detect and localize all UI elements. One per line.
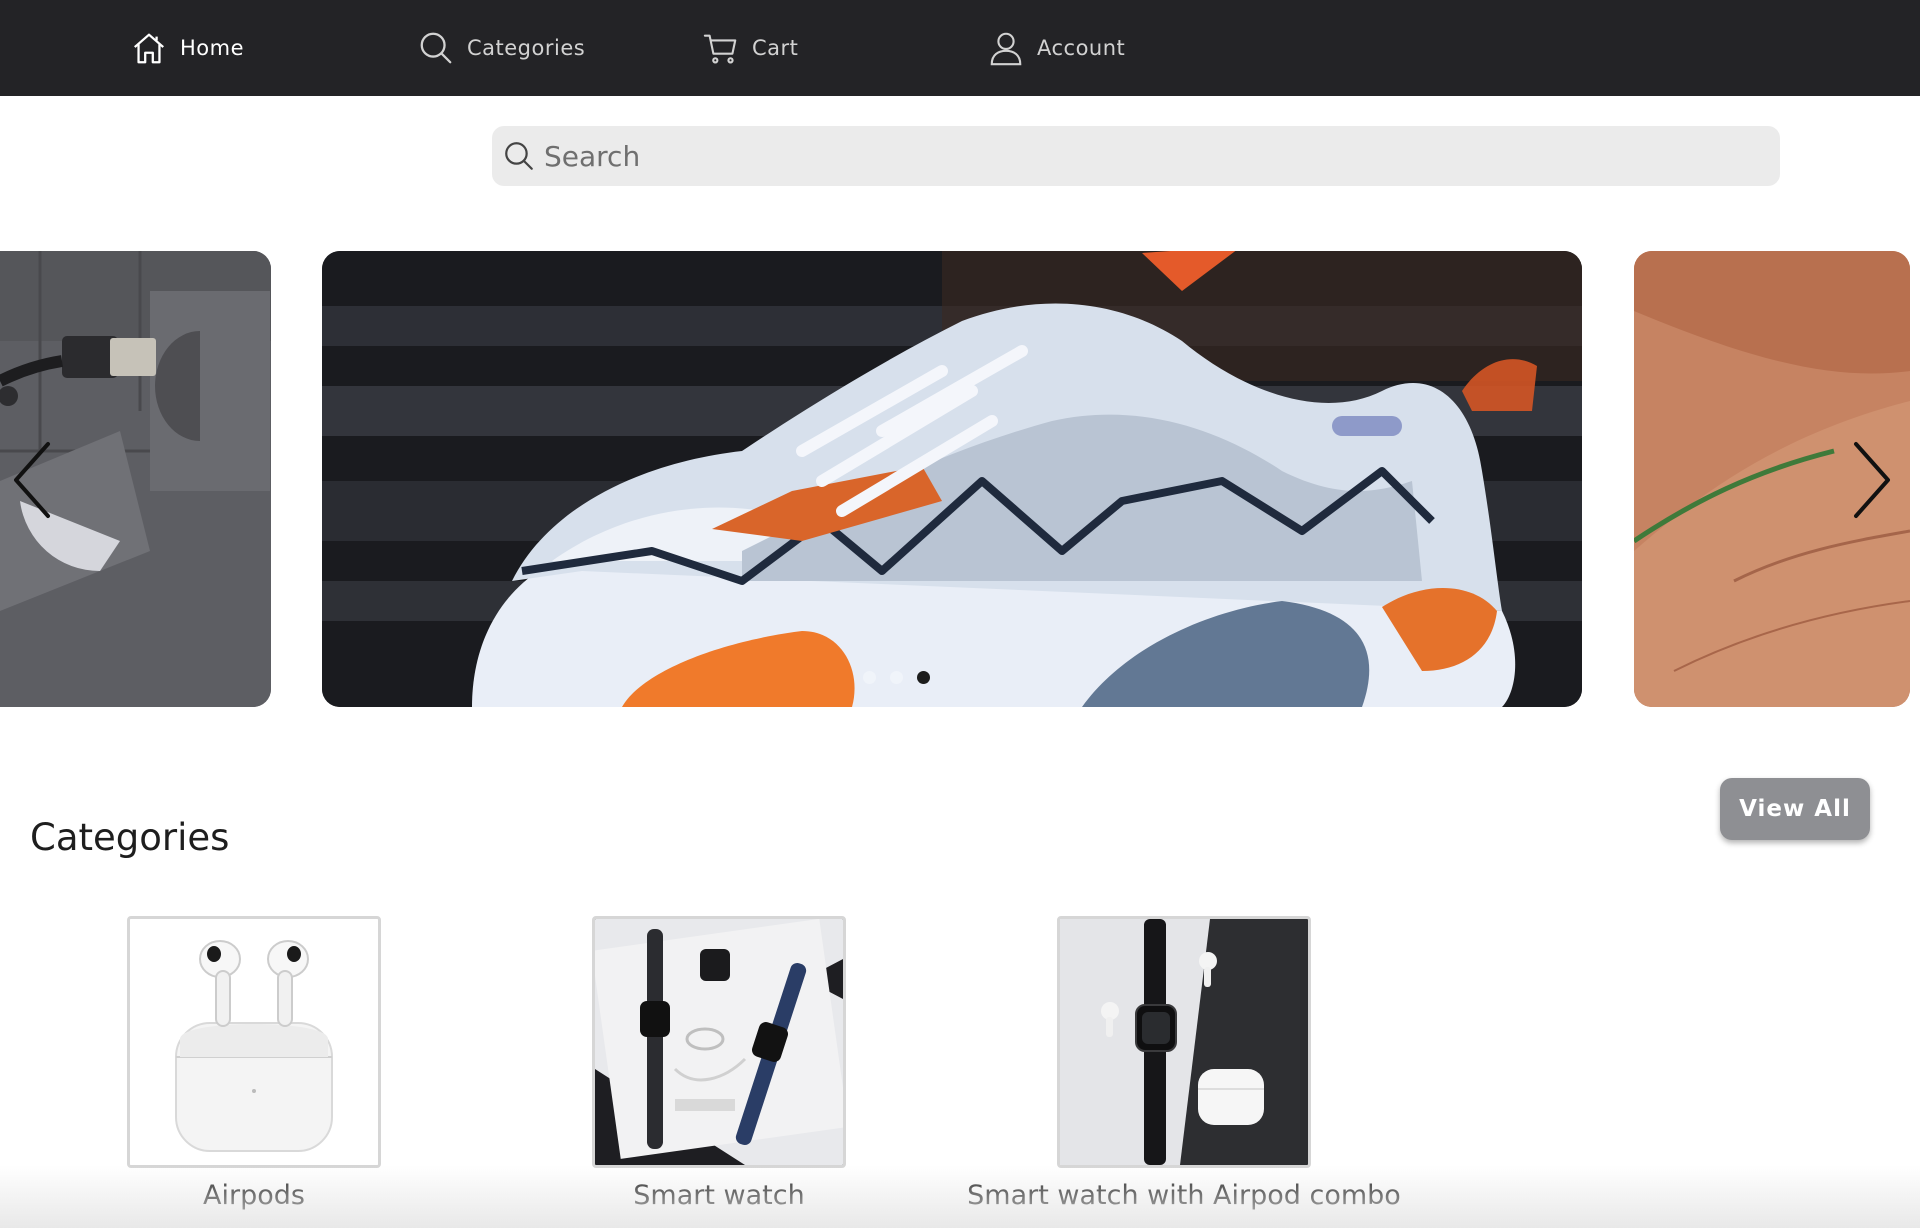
nav-home-label: Home bbox=[180, 36, 245, 60]
carousel-prev-arrow[interactable] bbox=[8, 440, 58, 520]
category-thumbnail[interactable] bbox=[1057, 916, 1311, 1168]
home-icon bbox=[134, 33, 164, 64]
category-card-airpods[interactable]: Airpods bbox=[124, 916, 384, 1211]
carousel-dot-active[interactable] bbox=[917, 671, 930, 684]
smart-watch-image bbox=[595, 919, 843, 1165]
carousel-dot[interactable] bbox=[863, 671, 876, 684]
airpods-image bbox=[130, 919, 378, 1165]
category-thumbnail[interactable] bbox=[592, 916, 846, 1168]
nav-account[interactable]: Account bbox=[987, 0, 1125, 96]
search-icon bbox=[420, 32, 452, 64]
category-label: Airpods bbox=[203, 1180, 305, 1211]
nav-home[interactable]: Home bbox=[130, 0, 244, 96]
nav-categories-label: Categories bbox=[467, 36, 586, 60]
nav-cart[interactable]: Cart bbox=[702, 0, 798, 96]
view-all-button[interactable]: View All bbox=[1720, 778, 1870, 840]
sneaker-image bbox=[322, 251, 1582, 707]
category-card-watch-airpod-combo[interactable]: Smart watch with Airpod combo bbox=[967, 916, 1401, 1211]
categories-heading: Categories bbox=[30, 815, 230, 859]
category-card-smart-watch[interactable]: Smart watch bbox=[589, 916, 849, 1211]
search-bar[interactable] bbox=[492, 126, 1780, 186]
nav-categories[interactable]: Categories bbox=[417, 0, 585, 96]
category-label: Smart watch bbox=[633, 1180, 805, 1211]
user-icon bbox=[990, 32, 1022, 66]
carousel-next-arrow[interactable] bbox=[1846, 440, 1896, 520]
carousel-dot[interactable] bbox=[890, 671, 903, 684]
carousel-indicators bbox=[863, 671, 930, 684]
carousel-slide-current[interactable] bbox=[322, 251, 1582, 707]
top-navigation-bar: Home Categories Cart Account bbox=[0, 0, 1920, 96]
watch-airpod-combo-image bbox=[1060, 919, 1308, 1165]
search-input[interactable] bbox=[544, 128, 1744, 184]
category-label: Smart watch with Airpod combo bbox=[967, 1180, 1401, 1211]
nav-cart-label: Cart bbox=[752, 36, 799, 60]
search-icon bbox=[505, 142, 533, 170]
cart-icon bbox=[703, 34, 737, 64]
nav-account-label: Account bbox=[1037, 36, 1126, 60]
category-thumbnail[interactable] bbox=[127, 916, 381, 1168]
